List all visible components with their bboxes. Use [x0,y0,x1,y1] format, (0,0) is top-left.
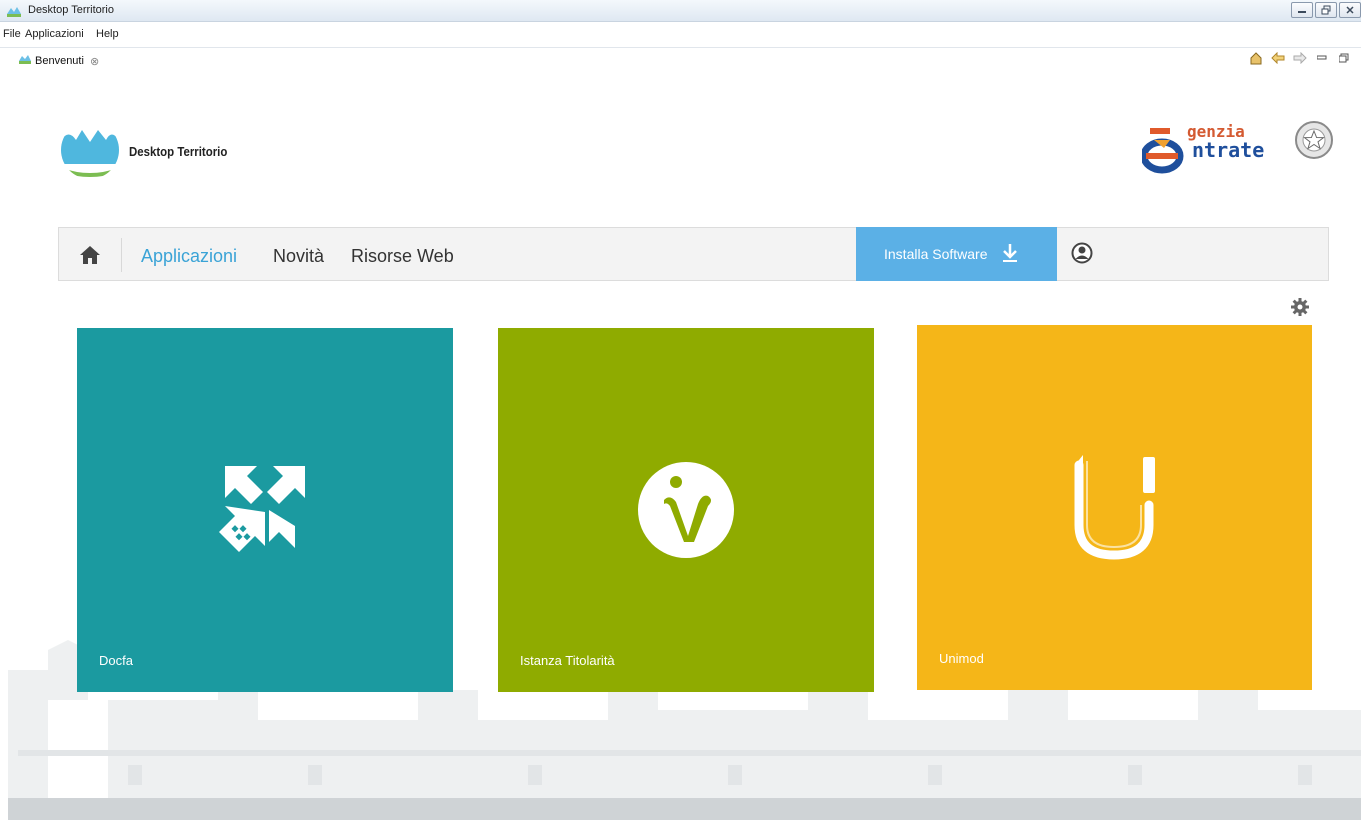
agency-word-2: ntrate [1192,138,1265,162]
nav-divider [121,238,122,272]
back-arrow-icon[interactable] [1271,51,1285,65]
tile-unimod[interactable]: Unimod [917,325,1312,690]
close-window-button[interactable] [1339,2,1361,18]
tile-label-docfa: Docfa [99,653,133,668]
tile-istanza-titolarita[interactable]: Istanza Titolarità [498,328,874,692]
u-pencil-icon [1074,455,1155,560]
restore-icon [1321,5,1331,15]
home-icon[interactable] [79,245,101,270]
app-icon [6,4,22,23]
user-account-icon[interactable] [1071,242,1093,269]
window-title: Desktop Territorio [28,4,114,16]
tab-label: Benvenuti [35,55,84,67]
download-arrow-icon [1002,243,1018,266]
minimize-icon [1298,11,1306,13]
restore-button[interactable] [1315,2,1337,18]
close-icon [1346,6,1354,14]
tile-label-istanza: Istanza Titolarità [520,653,615,668]
brand-name: Desktop Territorio [129,144,228,159]
footer-band [8,798,1361,820]
nav-applicazioni[interactable]: Applicazioni [141,246,237,267]
menu-help[interactable]: Help [96,28,119,40]
menu-bar: File Applicazioni Help [0,22,1361,48]
home-nav-icon[interactable] [1249,51,1263,65]
tile-docfa[interactable]: Docfa [77,328,453,692]
view-maximize-icon[interactable] [1337,51,1351,65]
settings-gear-icon[interactable] [1290,297,1310,322]
editor-tab[interactable]: Benvenuti ⊗ [0,50,99,72]
view-minimize-icon[interactable] [1315,51,1329,65]
install-software-button[interactable]: Installa Software [856,227,1057,281]
minimize-button[interactable] [1291,2,1313,18]
docfa-arrows-icon [219,466,305,552]
nav-novita[interactable]: Novità [273,246,324,267]
window-controls [1291,2,1361,18]
menu-file[interactable]: File [3,28,21,40]
menu-applicazioni[interactable]: Applicazioni [25,28,84,40]
main-nav: Applicazioni Novità Risorse Web Installa… [58,227,1329,281]
forward-arrow-icon[interactable] [1293,51,1307,65]
tab-app-icon [18,52,32,70]
tab-toolbar [1249,51,1351,65]
v-circle-icon [638,462,734,558]
tile-label-unimod: Unimod [939,651,984,666]
agenzia-entrate-logo: genzia ntrate [1142,118,1338,178]
desktop-territorio-logo [60,120,120,185]
install-software-label: Installa Software [884,246,988,262]
window-titlebar: Desktop Territorio [0,0,1361,22]
nav-risorse-web[interactable]: Risorse Web [351,246,454,267]
emblem-icon [1295,121,1333,159]
tab-close-icon[interactable]: ⊗ [90,55,99,68]
